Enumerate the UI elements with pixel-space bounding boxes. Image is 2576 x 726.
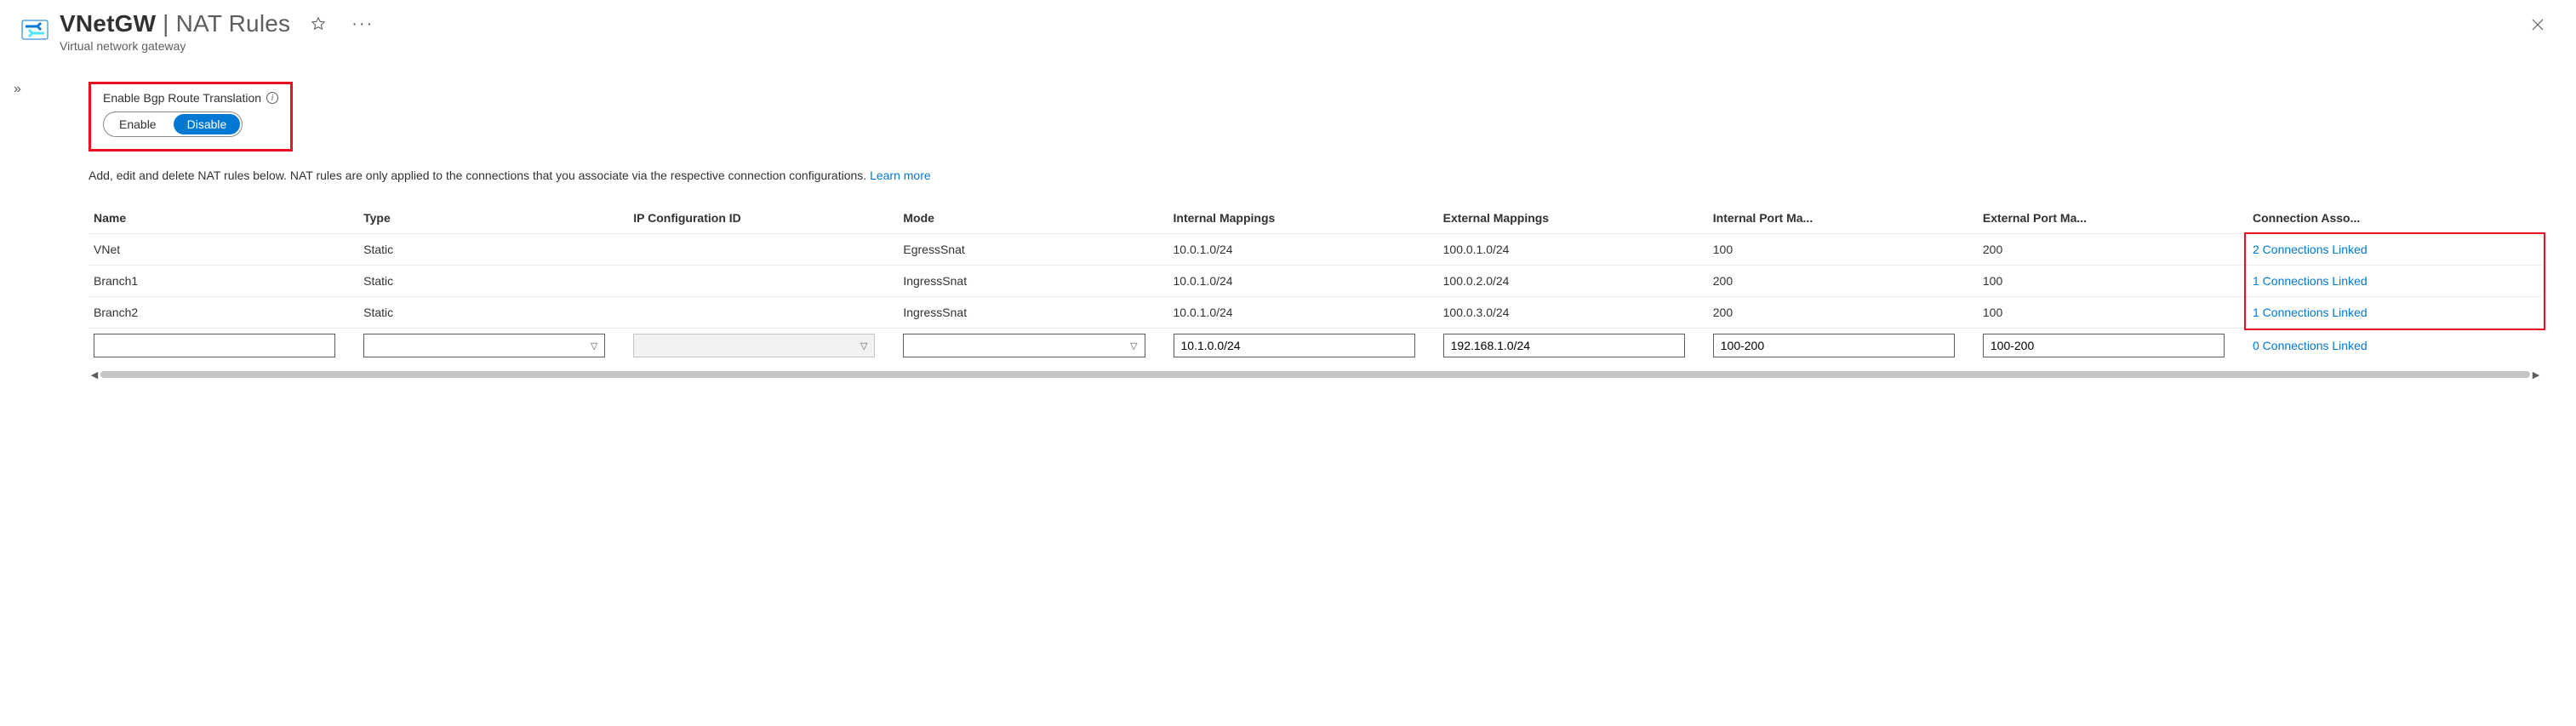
description-text: Add, edit and delete NAT rules below. NA… [89, 169, 2542, 182]
new-rule-row: ▽ ▽ ▽ 0 Connections Linked [89, 329, 2542, 363]
cell-extport: 100 [1978, 297, 2248, 329]
col-intmap[interactable]: Internal Mappings [1168, 203, 1438, 234]
chevron-down-icon: ▽ [860, 340, 867, 352]
page-name: NAT Rules [176, 10, 291, 37]
bgp-toggle-section: Enable Bgp Route Translation i Enable Di… [89, 82, 293, 151]
cell-extport: 200 [1978, 234, 2248, 266]
cell-intport: 100 [1708, 234, 1978, 266]
cell-intmap: 10.0.1.0/24 [1168, 266, 1438, 297]
cell-extmap: 100.0.2.0/24 [1438, 266, 1708, 297]
table-header-row: Name Type IP Configuration ID Mode Inter… [89, 203, 2542, 234]
close-icon [2530, 17, 2545, 32]
cell-type: Static [358, 266, 628, 297]
col-extport[interactable]: External Port Ma... [1978, 203, 2248, 234]
connections-link[interactable]: 1 Connections Linked [2253, 274, 2368, 288]
cell-ipconf [628, 297, 898, 329]
col-intport[interactable]: Internal Port Ma... [1708, 203, 1978, 234]
description-body: Add, edit and delete NAT rules below. NA… [89, 169, 870, 182]
bgp-toggle-group: Enable Disable [103, 111, 243, 137]
page-title: VNetGW | NAT Rules [60, 10, 290, 37]
col-name[interactable]: Name [89, 203, 358, 234]
table-row[interactable]: VNet Static EgressSnat 10.0.1.0/24 100.0… [89, 234, 2542, 266]
cell-mode: EgressSnat [898, 234, 1168, 266]
col-mode[interactable]: Mode [898, 203, 1168, 234]
chevron-double-right-icon: » [14, 82, 21, 96]
chevron-down-icon: ▽ [1130, 340, 1137, 352]
connections-link[interactable]: 2 Connections Linked [2253, 243, 2368, 256]
new-extmap-input[interactable] [1443, 334, 1685, 357]
cell-ipconf [628, 234, 898, 266]
ellipsis-icon: ··· [351, 14, 374, 33]
connections-link[interactable]: 0 Connections Linked [2253, 339, 2368, 352]
connections-link[interactable]: 1 Connections Linked [2253, 306, 2368, 319]
chevron-down-icon: ▽ [591, 340, 597, 352]
new-extport-input[interactable] [1983, 334, 2225, 357]
resource-name: VNetGW [60, 10, 156, 37]
title-separator: | [156, 10, 175, 37]
cell-extport: 100 [1978, 266, 2248, 297]
cell-intport: 200 [1708, 297, 1978, 329]
cell-name: Branch1 [89, 266, 358, 297]
horizontal-scrollbar[interactable]: ◀ ▶ [89, 368, 2542, 381]
resource-type-subtitle: Virtual network gateway [60, 39, 2542, 53]
new-name-input[interactable] [94, 334, 335, 357]
cell-extmap: 100.0.3.0/24 [1438, 297, 1708, 329]
info-icon[interactable]: i [266, 92, 278, 104]
learn-more-link[interactable]: Learn more [870, 169, 931, 182]
cell-mode: IngressSnat [898, 297, 1168, 329]
cell-ipconf [628, 266, 898, 297]
close-button[interactable] [2525, 12, 2550, 37]
col-ipconf[interactable]: IP Configuration ID [628, 203, 898, 234]
col-conn[interactable]: Connection Asso... [2248, 203, 2542, 234]
bgp-disable-button[interactable]: Disable [174, 114, 241, 134]
star-icon [311, 16, 326, 31]
nat-rules-table-wrap: Name Type IP Configuration ID Mode Inter… [89, 203, 2542, 381]
bgp-toggle-label: Enable Bgp Route Translation [103, 91, 261, 105]
cell-intmap: 10.0.1.0/24 [1168, 234, 1438, 266]
cell-extmap: 100.0.1.0/24 [1438, 234, 1708, 266]
bgp-enable-button[interactable]: Enable [104, 112, 172, 136]
col-extmap[interactable]: External Mappings [1438, 203, 1708, 234]
new-ipconf-select: ▽ [633, 334, 875, 357]
new-intmap-input[interactable] [1174, 334, 1415, 357]
table-row[interactable]: Branch2 Static IngressSnat 10.0.1.0/24 1… [89, 297, 2542, 329]
cell-type: Static [358, 297, 628, 329]
cell-name: VNet [89, 234, 358, 266]
cell-type: Static [358, 234, 628, 266]
cell-mode: IngressSnat [898, 266, 1168, 297]
scroll-track [100, 371, 2530, 378]
new-intport-input[interactable] [1713, 334, 1955, 357]
col-type[interactable]: Type [358, 203, 628, 234]
favorite-button[interactable] [306, 11, 331, 37]
scroll-right-icon: ▶ [2530, 369, 2542, 380]
gateway-icon [20, 15, 49, 44]
cell-intport: 200 [1708, 266, 1978, 297]
page-header: VNetGW | NAT Rules ··· Virtual network g… [20, 10, 2542, 53]
more-button[interactable]: ··· [346, 10, 379, 37]
nat-rules-table: Name Type IP Configuration ID Mode Inter… [89, 203, 2542, 363]
scroll-left-icon: ◀ [89, 369, 100, 380]
new-type-select[interactable]: ▽ [363, 334, 605, 357]
table-row[interactable]: Branch1 Static IngressSnat 10.0.1.0/24 1… [89, 266, 2542, 297]
bgp-toggle-label-row: Enable Bgp Route Translation i [103, 91, 278, 105]
cell-intmap: 10.0.1.0/24 [1168, 297, 1438, 329]
expand-panel-button[interactable]: » [10, 78, 25, 100]
new-mode-select[interactable]: ▽ [903, 334, 1145, 357]
cell-name: Branch2 [89, 297, 358, 329]
